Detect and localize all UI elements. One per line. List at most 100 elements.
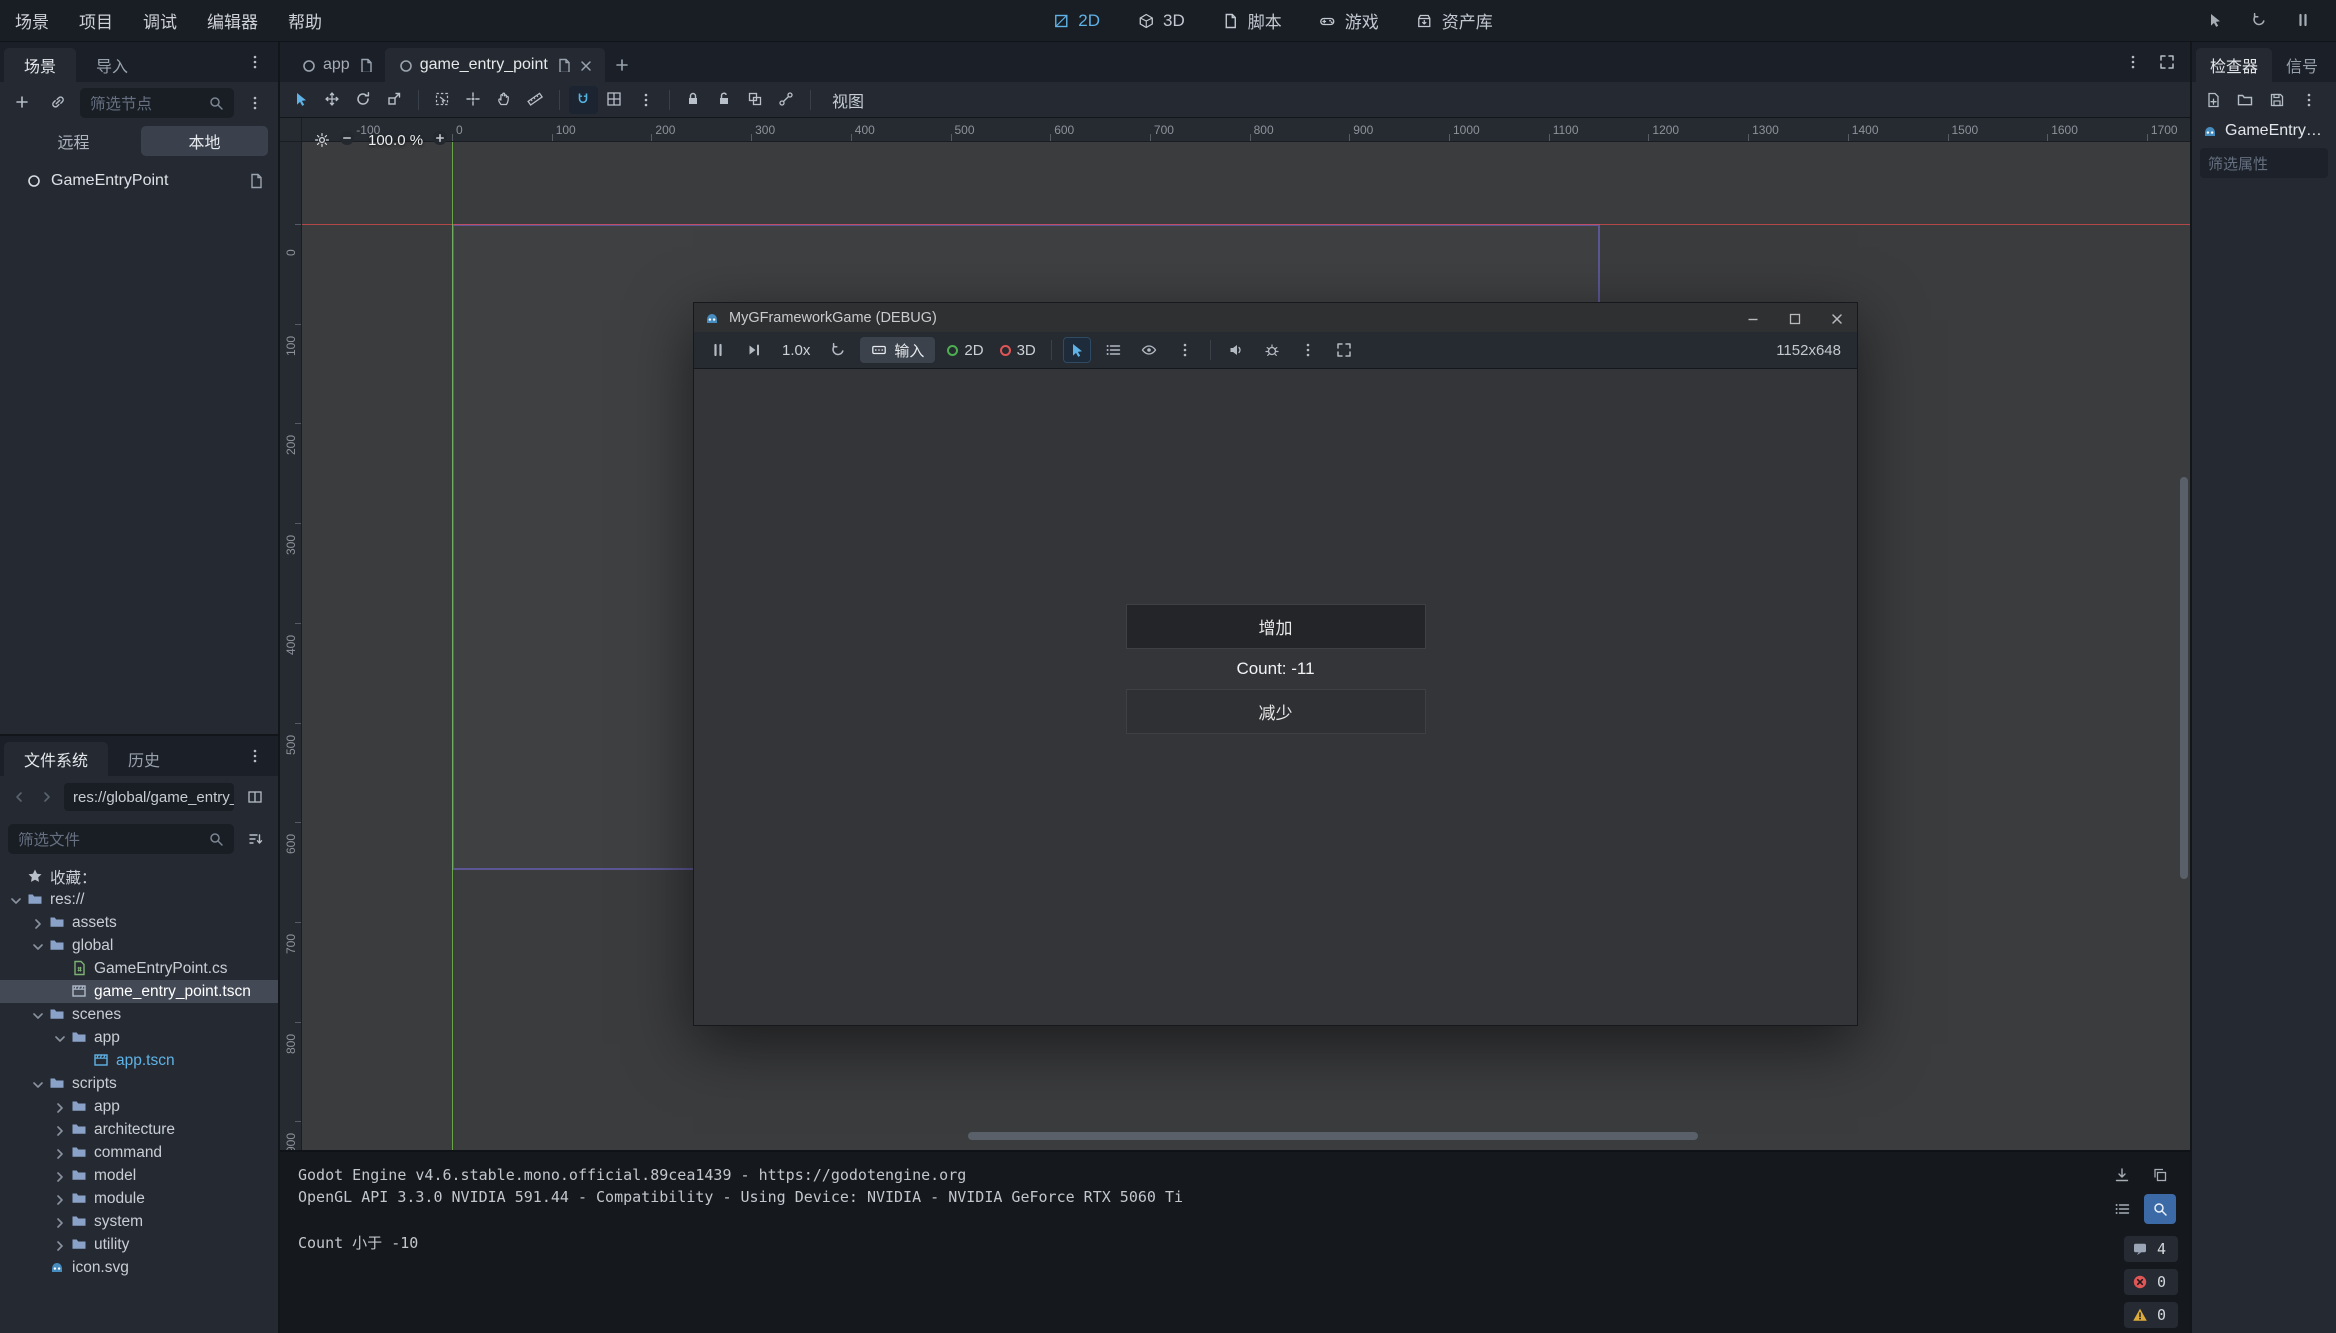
- zoom-in-icon[interactable]: [432, 130, 452, 150]
- scene-tree-root-node[interactable]: GameEntryPoint: [0, 164, 278, 198]
- filter-files-input[interactable]: 筛选文件: [8, 824, 234, 854]
- fs-item-system[interactable]: system: [0, 1210, 278, 1233]
- split-view-icon[interactable]: [240, 782, 270, 812]
- viewport-vertical-scrollbar[interactable]: [2180, 477, 2188, 879]
- ruler-tool[interactable]: [521, 86, 550, 114]
- add-node-button[interactable]: [8, 88, 38, 118]
- message-count-badge[interactable]: 4: [2124, 1236, 2178, 1262]
- tab-signals[interactable]: 信号: [2272, 48, 2332, 82]
- view-menu-button[interactable]: 视图: [820, 86, 876, 114]
- nav-forward-icon[interactable]: [36, 782, 58, 812]
- collapse-messages-icon[interactable]: [2106, 1194, 2138, 1224]
- center-view-icon[interactable]: [314, 132, 330, 148]
- fs-item-icon-svg[interactable]: icon.svg: [0, 1256, 278, 1279]
- node-select-mode-button[interactable]: [1063, 337, 1091, 363]
- move-tool[interactable]: [318, 86, 347, 114]
- fs-item-assets[interactable]: assets: [0, 911, 278, 934]
- pause-icon[interactable]: [2288, 5, 2320, 37]
- group-selected-button[interactable]: [741, 86, 770, 114]
- camera-2d-toggle[interactable]: 2D: [943, 342, 987, 359]
- search-output-icon[interactable]: [2144, 1194, 2176, 1224]
- grid-snap-toggle[interactable]: [600, 86, 629, 114]
- fs-item-scripts[interactable]: scripts: [0, 1072, 278, 1095]
- zoom-out-icon[interactable]: [339, 130, 359, 150]
- chevron-right-icon[interactable]: [52, 1123, 65, 1136]
- fs-item-favorites[interactable]: 收藏：: [0, 865, 278, 888]
- tab-import[interactable]: 导入: [76, 48, 148, 82]
- copy-output-icon[interactable]: [2144, 1160, 2176, 1190]
- chevron-down-icon[interactable]: [52, 1031, 65, 1044]
- fs-item-global[interactable]: global: [0, 934, 278, 957]
- attached-script-icon[interactable]: [248, 173, 264, 189]
- tab-scene[interactable]: 场景: [4, 48, 76, 82]
- chevron-right-icon[interactable]: [52, 1146, 65, 1159]
- snap-options-icon[interactable]: [631, 86, 660, 114]
- suspend-button[interactable]: [704, 337, 732, 363]
- pan-tool[interactable]: [490, 86, 519, 114]
- chevron-down-icon[interactable]: [30, 939, 43, 952]
- tab-inspector[interactable]: 检查器: [2196, 48, 2272, 82]
- new-resource-icon[interactable]: [2198, 85, 2228, 115]
- pointer-icon[interactable]: [2200, 5, 2232, 37]
- game-window[interactable]: MyGFrameworkGame (DEBUG) 1.0x: [693, 302, 1858, 1026]
- close-icon[interactable]: [1815, 303, 1857, 332]
- warning-count-badge[interactable]: 0: [2124, 1302, 2178, 1328]
- embed-options-icon[interactable]: [1294, 337, 1322, 363]
- tab-filesystem[interactable]: 文件系统: [4, 742, 108, 776]
- chevron-right-icon[interactable]: [52, 1192, 65, 1205]
- visibility-button[interactable]: [1135, 337, 1163, 363]
- nav-back-icon[interactable]: [8, 782, 30, 812]
- next-frame-button[interactable]: [740, 337, 768, 363]
- increase-button[interactable]: 增加: [1126, 604, 1426, 649]
- chevron-right-icon[interactable]: [52, 1215, 65, 1228]
- remote-button[interactable]: 远程: [10, 126, 137, 156]
- fs-item-scenes[interactable]: scenes: [0, 1003, 278, 1026]
- workspace-tab-game[interactable]: 游戏: [1308, 6, 1391, 36]
- scene-tab-game-entry-point[interactable]: game_entry_point: [385, 48, 605, 82]
- fs-item-app-tscn[interactable]: app.tscn: [0, 1049, 278, 1072]
- node-list-mode-button[interactable]: [1099, 337, 1127, 363]
- error-count-badge[interactable]: 0: [2124, 1269, 2178, 1295]
- debug-options-button[interactable]: [1258, 337, 1286, 363]
- fs-item-game-entry-point-tscn[interactable]: game_entry_point.tscn: [0, 980, 278, 1003]
- current-path-field[interactable]: res://global/game_entry_p: [64, 783, 234, 811]
- menu-editor[interactable]: 编辑器: [192, 0, 273, 41]
- pivot-tool[interactable]: [459, 86, 488, 114]
- list-select-tool[interactable]: [428, 86, 457, 114]
- selection-options-icon[interactable]: [1171, 337, 1199, 363]
- camera-3d-toggle[interactable]: 3D: [996, 342, 1040, 359]
- mute-audio-button[interactable]: [1222, 337, 1250, 363]
- fs-item-architecture[interactable]: architecture: [0, 1118, 278, 1141]
- horizontal-ruler[interactable]: -100010020030040050060070080090010001100…: [302, 118, 2190, 142]
- chevron-down-icon[interactable]: [8, 893, 21, 906]
- maximize-icon[interactable]: [1773, 303, 1815, 332]
- distraction-free-icon[interactable]: [2152, 47, 2182, 77]
- scale-tool[interactable]: [380, 86, 409, 114]
- inspected-node-header[interactable]: GameEntryPoint: [2192, 118, 2336, 144]
- workspace-tab-script[interactable]: 脚本: [1211, 6, 1294, 36]
- menu-scene[interactable]: 场景: [0, 0, 64, 41]
- filter-nodes-input[interactable]: 筛选节点: [80, 88, 234, 118]
- fs-item-gameentrypoint-cs[interactable]: GameEntryPoint.cs: [0, 957, 278, 980]
- reset-speed-button[interactable]: [824, 337, 852, 363]
- smart-snap-toggle[interactable]: [569, 86, 598, 114]
- fs-item-scenes-app[interactable]: app: [0, 1026, 278, 1049]
- filesystem-menu-icon[interactable]: [240, 741, 270, 771]
- chevron-right-icon[interactable]: [52, 1238, 65, 1251]
- fs-item-res-root[interactable]: res://: [0, 888, 278, 911]
- game-window-titlebar[interactable]: MyGFrameworkGame (DEBUG): [694, 303, 1857, 332]
- chevron-right-icon[interactable]: [52, 1169, 65, 1182]
- workspace-tab-assetlib[interactable]: 资产库: [1405, 6, 1505, 36]
- chevron-down-icon[interactable]: [30, 1077, 43, 1090]
- chevron-right-icon[interactable]: [30, 916, 43, 929]
- viewport-horizontal-scrollbar[interactable]: [968, 1132, 1698, 1140]
- fs-item-module[interactable]: module: [0, 1187, 278, 1210]
- scene-tab-app[interactable]: app: [288, 48, 385, 82]
- unlock-selected-button[interactable]: [710, 86, 739, 114]
- time-scale-label[interactable]: 1.0x: [776, 342, 816, 359]
- inspector-options-icon[interactable]: [2294, 85, 2324, 115]
- scene-tree-options-icon[interactable]: [240, 88, 270, 118]
- skeleton-options-button[interactable]: [772, 86, 801, 114]
- fullscreen-button[interactable]: [1330, 337, 1358, 363]
- minimize-icon[interactable]: [1731, 303, 1773, 332]
